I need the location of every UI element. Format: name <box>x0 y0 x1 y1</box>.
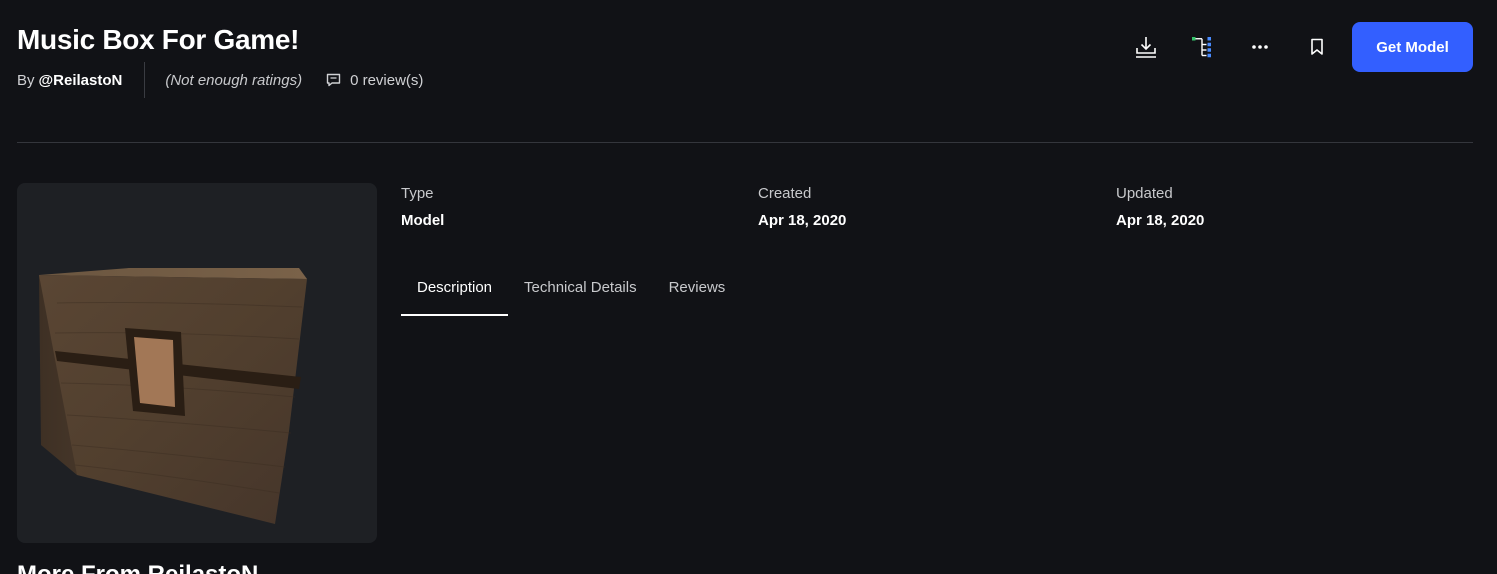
asset-title: Music Box For Game! <box>17 24 300 55</box>
get-model-button[interactable]: Get Model <box>1352 22 1473 72</box>
action-bar: Get Model <box>1109 22 1473 72</box>
asset-meta: By @ReilastoN (Not enough ratings) 0 rev… <box>17 62 423 98</box>
detail-tabs: Description Technical Details Reviews <box>401 270 742 316</box>
model-thumbnail[interactable] <box>17 183 377 543</box>
meta-divider <box>144 62 146 98</box>
comment-icon <box>326 73 341 87</box>
created-value: Apr 18, 2020 <box>758 212 847 229</box>
creator-link[interactable]: @ReilastoN <box>39 72 123 89</box>
detail-updated: Updated Apr 18, 2020 <box>1116 183 1204 232</box>
updated-value: Apr 18, 2020 <box>1116 212 1205 229</box>
detail-type: Type Model <box>401 183 444 232</box>
more-from-creator-heading: More From ReilastoN <box>17 560 258 574</box>
hierarchy-button[interactable] <box>1183 22 1223 72</box>
hierarchy-icon <box>1192 37 1211 58</box>
more-options-button[interactable] <box>1240 22 1280 72</box>
created-label: Created <box>758 185 812 202</box>
header-divider <box>17 142 1473 143</box>
download-icon <box>1136 37 1156 58</box>
ratings-text: (Not enough ratings) <box>165 71 303 89</box>
bookmark-icon <box>1311 38 1323 55</box>
reviews-link[interactable]: 0 review(s) <box>326 72 423 89</box>
type-value: Model <box>401 212 445 229</box>
updated-label: Updated <box>1116 185 1173 202</box>
detail-created: Created Apr 18, 2020 <box>758 183 846 232</box>
more-options-icon <box>1252 45 1268 49</box>
tab-description[interactable]: Description <box>401 270 509 316</box>
creator-byline: By @ReilastoN <box>17 72 122 89</box>
type-label: Type <box>401 185 434 202</box>
tab-technical-details[interactable]: Technical Details <box>508 270 653 312</box>
wooden-box-image <box>39 268 307 524</box>
asset-page: Music Box For Game! By @ReilastoN (Not e… <box>0 0 1497 574</box>
download-button[interactable] <box>1126 22 1166 72</box>
reviews-count: 0 review(s) <box>350 71 424 89</box>
tab-reviews[interactable]: Reviews <box>653 270 742 312</box>
bookmark-button[interactable] <box>1297 22 1337 72</box>
by-prefix: By <box>17 71 35 89</box>
